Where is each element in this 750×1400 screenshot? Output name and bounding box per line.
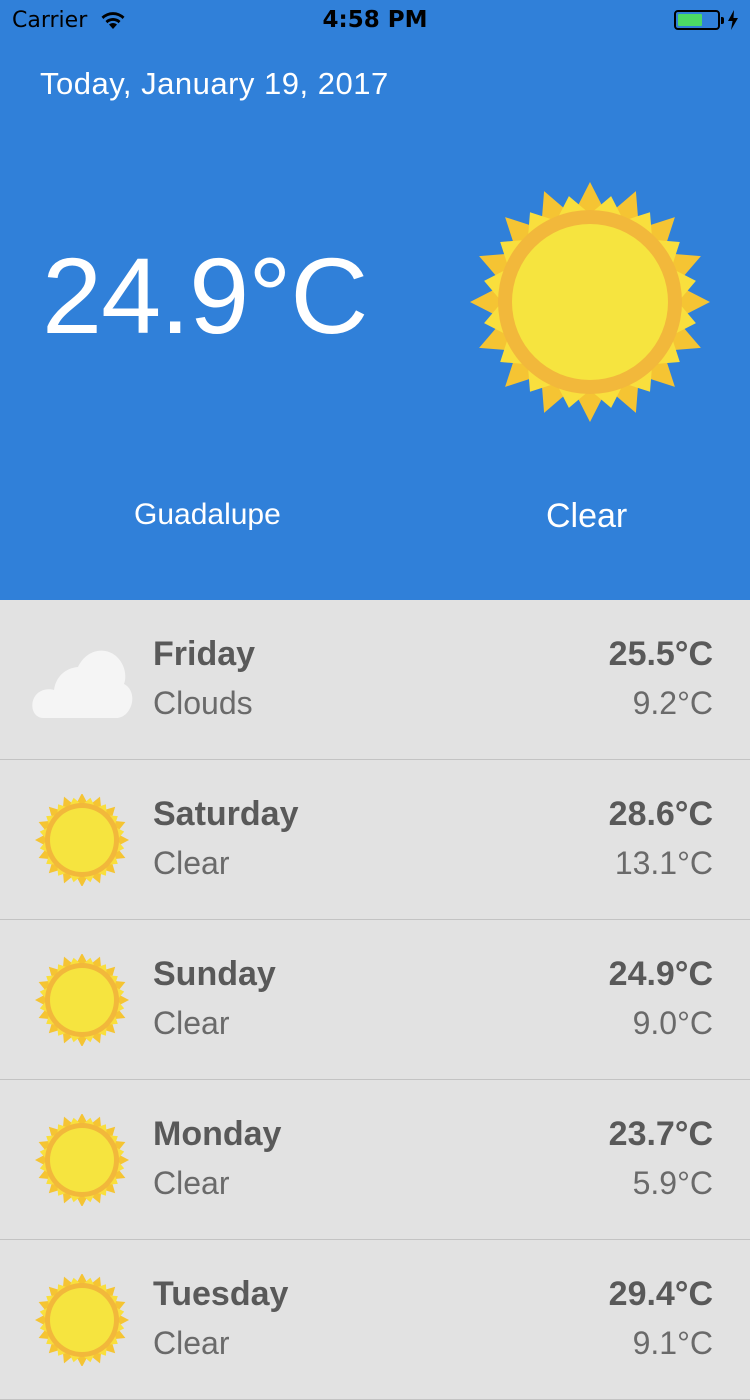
forecast-low: 13.1°C	[614, 845, 713, 881]
forecast-high: 28.6°C	[608, 795, 713, 833]
forecast-high: 29.4°C	[608, 1275, 713, 1313]
battery-icon	[674, 10, 724, 30]
sun-icon	[35, 794, 129, 886]
forecast-low: 5.9°C	[632, 1165, 713, 1201]
forecast-condition: Clouds	[153, 685, 253, 721]
cloud-icon	[32, 650, 133, 718]
sun-icon	[35, 1114, 129, 1206]
forecast-list: Friday Clouds 25.5°C 9.2°C Saturday Clea…	[0, 600, 750, 1400]
city-name: Guadalupe	[134, 498, 281, 531]
forecast-low: 9.0°C	[632, 1005, 713, 1041]
current-weather-header: Carrier 4:58 PM Today, January 19, 2017 …	[0, 0, 750, 600]
sun-icon	[470, 182, 710, 422]
forecast-condition: Clear	[153, 1325, 230, 1361]
status-time: 4:58 PM	[322, 7, 428, 33]
forecast-day: Monday	[153, 1115, 282, 1153]
forecast-day: Friday	[153, 635, 256, 673]
forecast-high: 25.5°C	[608, 635, 713, 673]
forecast-row[interactable]: Tuesday Clear 29.4°C 9.1°C	[0, 1240, 750, 1400]
forecast-low: 9.1°C	[632, 1325, 713, 1361]
forecast-condition: Clear	[153, 1165, 230, 1201]
current-condition: Clear	[546, 497, 628, 535]
forecast-day: Tuesday	[153, 1275, 289, 1313]
forecast-low: 9.2°C	[632, 685, 713, 721]
forecast-condition: Clear	[153, 845, 230, 881]
forecast-day: Sunday	[153, 955, 276, 993]
status-bar: Carrier 4:58 PM	[0, 0, 750, 40]
current-temperature: 24.9°C	[42, 235, 368, 356]
charging-bolt-icon	[728, 10, 738, 30]
forecast-condition: Clear	[153, 1005, 230, 1041]
forecast-row[interactable]: Sunday Clear 24.9°C 9.0°C	[0, 920, 750, 1080]
current-date: Today, January 19, 2017	[40, 66, 389, 101]
sun-icon	[35, 1274, 129, 1366]
forecast-row[interactable]: Monday Clear 23.7°C 5.9°C	[0, 1080, 750, 1240]
forecast-high: 23.7°C	[608, 1115, 713, 1153]
forecast-row[interactable]: Friday Clouds 25.5°C 9.2°C	[0, 600, 750, 760]
forecast-day: Saturday	[153, 795, 299, 833]
sun-icon	[35, 954, 129, 1046]
forecast-row[interactable]: Saturday Clear 28.6°C 13.1°C	[0, 760, 750, 920]
forecast-high: 24.9°C	[608, 955, 713, 993]
